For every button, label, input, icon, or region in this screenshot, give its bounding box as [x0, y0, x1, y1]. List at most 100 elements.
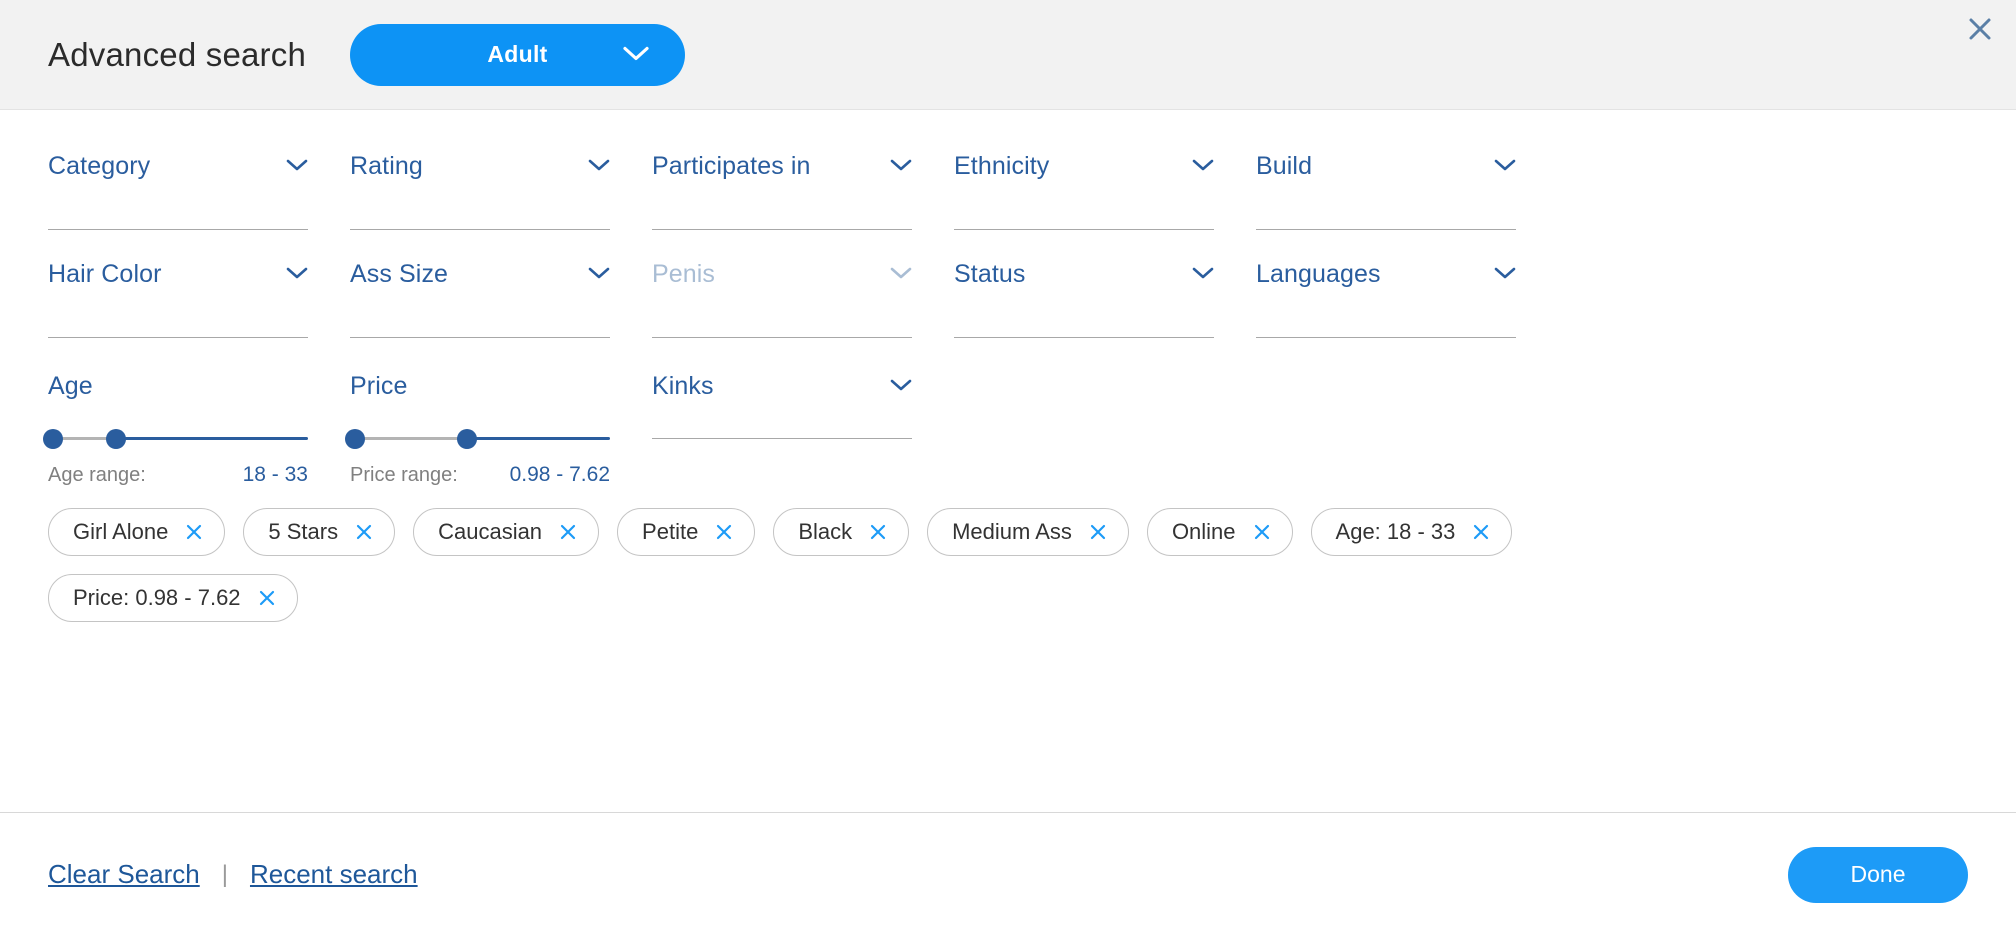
age-slider-handle-low[interactable] [43, 429, 64, 449]
chip-black[interactable]: Black [773, 508, 910, 556]
filter-rating[interactable]: Rating [350, 152, 610, 248]
chip-label: 5 Stars [268, 519, 339, 544]
done-button[interactable]: Done [1788, 846, 1968, 903]
age-slider-block: Age Age range: 18 - 33 [43, 372, 308, 498]
filter-status[interactable]: Status [954, 260, 1214, 356]
chip-label: Price: 0.98 - 7.62 [73, 585, 241, 610]
close-icon[interactable] [1252, 522, 1272, 542]
chip-petite[interactable]: Petite [617, 508, 756, 556]
selected-filters-chips: Girl Alone 5 Stars Caucasian Petite Blac… [48, 508, 1748, 622]
price-slider-label: Price [350, 372, 408, 400]
filter-label: Ethnicity [954, 152, 1050, 180]
footer-links: Clear Search | Recent search [48, 859, 418, 890]
slider-row-spacer-2 [1256, 372, 1516, 498]
close-button[interactable] [1956, 6, 2004, 54]
field-underline [652, 229, 912, 230]
mode-selector-adult[interactable]: Adult [350, 23, 685, 86]
price-slider-handle-low[interactable] [345, 429, 366, 449]
chip-medium-ass[interactable]: Medium Ass [927, 508, 1129, 556]
close-icon[interactable] [184, 522, 204, 542]
field-underline [652, 337, 912, 338]
chevron-down-icon [890, 260, 912, 285]
close-icon[interactable] [1471, 522, 1491, 542]
age-slider-handle-high[interactable] [105, 429, 126, 449]
chip-online[interactable]: Online [1146, 508, 1293, 556]
filter-row-2: Hair Color Ass Size Penis Status Languag… [48, 260, 1968, 356]
clear-search-link[interactable]: Clear Search [48, 859, 200, 890]
chevron-down-icon [588, 260, 610, 285]
modal-body: Category Rating Participates in Ethnicit… [0, 110, 2016, 812]
footer-separator: | [221, 860, 228, 888]
chip-label: Petite [642, 519, 699, 544]
filter-category[interactable]: Category [48, 152, 308, 248]
chip-label: Black [798, 519, 853, 544]
filter-label: Ass Size [350, 260, 449, 288]
close-icon[interactable] [257, 588, 277, 608]
age-slider-label: Age [48, 372, 93, 400]
chevron-down-icon [286, 260, 308, 285]
chevron-down-icon [1494, 260, 1516, 285]
filter-row-1: Category Rating Participates in Ethnicit… [48, 152, 1968, 248]
chevron-down-icon [623, 45, 649, 64]
filter-label: Languages [1256, 260, 1381, 288]
filter-label: Category [48, 152, 151, 180]
modal-header: Advanced search Adult [0, 0, 2016, 110]
close-icon[interactable] [354, 522, 374, 542]
field-underline [954, 229, 1214, 230]
field-underline [48, 337, 308, 338]
close-icon [1966, 15, 1994, 46]
filter-build[interactable]: Build [1256, 152, 1516, 248]
filter-label: Status [954, 260, 1026, 288]
page-title: Advanced search [48, 35, 306, 73]
filter-participates-in[interactable]: Participates in [652, 152, 912, 248]
age-range-caption: Age range: [48, 464, 146, 486]
filter-penis: Penis [652, 260, 912, 356]
close-icon[interactable] [714, 522, 734, 542]
chip-caucasian[interactable]: Caucasian [413, 508, 600, 556]
close-icon[interactable] [1088, 522, 1108, 542]
chip-label: Age: 18 - 33 [1335, 519, 1456, 544]
filter-label: Rating [350, 152, 423, 180]
field-underline [350, 337, 610, 338]
modal-footer: Clear Search | Recent search Done [0, 812, 2016, 936]
field-underline [954, 337, 1214, 338]
close-icon[interactable] [558, 522, 578, 542]
close-icon[interactable] [868, 522, 888, 542]
chevron-down-icon [1192, 260, 1214, 285]
filter-ass-size[interactable]: Ass Size [350, 260, 610, 356]
price-slider-handle-high[interactable] [457, 429, 477, 449]
price-slider-track-inactive [350, 437, 467, 440]
filter-label: Hair Color [48, 260, 162, 288]
filter-languages[interactable]: Languages [1256, 260, 1516, 356]
field-underline [1256, 337, 1516, 338]
filter-kinks[interactable]: Kinks [652, 372, 912, 498]
price-range-caption: Price range: [350, 464, 458, 486]
chip-label: Online [1171, 519, 1236, 544]
filter-hair-color[interactable]: Hair Color [48, 260, 308, 356]
price-slider[interactable] [345, 429, 610, 449]
slider-row: Age Age range: 18 - 33 Price Price range… [43, 372, 1968, 498]
mode-selector-label: Adult [487, 41, 548, 67]
price-slider-block: Price Price range: 0.98 - 7.62 [345, 372, 610, 498]
chip-label: Medium Ass [952, 519, 1072, 544]
filter-ethnicity[interactable]: Ethnicity [954, 152, 1214, 248]
age-range-value: 18 - 33 [242, 463, 308, 486]
chevron-down-icon [286, 152, 308, 177]
chevron-down-icon [588, 152, 610, 177]
age-slider[interactable] [43, 429, 308, 449]
chip-label: Girl Alone [73, 519, 169, 544]
filter-label: Build [1256, 152, 1313, 180]
field-underline [48, 229, 308, 230]
chip-girl-alone[interactable]: Girl Alone [48, 508, 226, 556]
filter-label: Participates in [652, 152, 811, 180]
price-range-value: 0.98 - 7.62 [509, 463, 610, 486]
chip-label: Caucasian [438, 519, 543, 544]
recent-search-link[interactable]: Recent search [250, 859, 418, 890]
chip-price[interactable]: Price: 0.98 - 7.62 [48, 574, 298, 622]
advanced-search-modal: Advanced search Adult Category Rating Pa… [0, 0, 2016, 936]
chip-age[interactable]: Age: 18 - 33 [1310, 508, 1513, 556]
chevron-down-icon [1192, 152, 1214, 177]
chevron-down-icon [1494, 152, 1516, 177]
chip-5-stars[interactable]: 5 Stars [243, 508, 396, 556]
chevron-down-icon [890, 372, 912, 397]
